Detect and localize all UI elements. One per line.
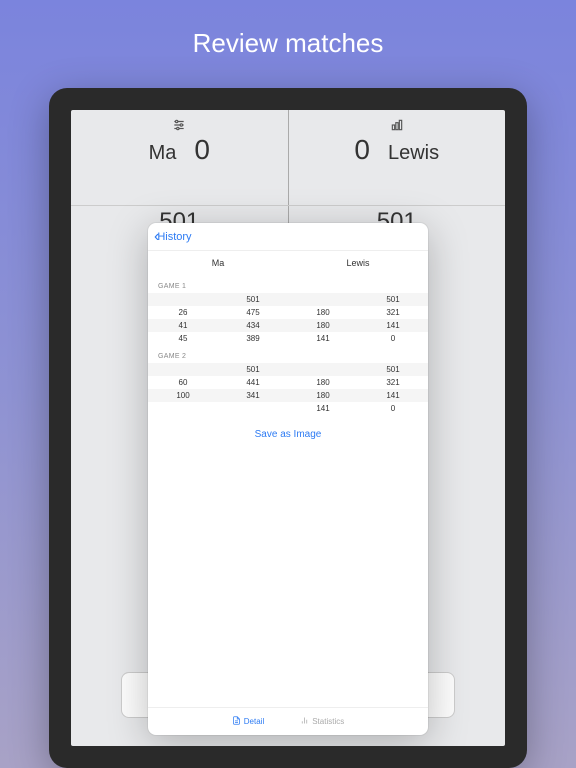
tab-detail-label: Detail [244, 717, 264, 726]
table-row: 1410 [148, 402, 428, 415]
table-cell [148, 363, 218, 376]
stats-icon[interactable] [390, 118, 404, 132]
table-row: 100341180141 [148, 389, 428, 402]
score-right-panel: 0 Lewis [289, 110, 506, 205]
table-cell: 60 [148, 376, 218, 389]
table-cell [148, 293, 218, 306]
table-cell: 501 [218, 293, 288, 306]
table-row: 41434180141 [148, 319, 428, 332]
table-cell: 45 [148, 332, 218, 345]
table-cell: 434 [218, 319, 288, 332]
table-cell: 141 [358, 389, 428, 402]
player-right-name: Lewis [388, 142, 439, 165]
tab-statistics[interactable]: Statistics [300, 716, 344, 727]
table-cell: 180 [288, 376, 358, 389]
history-modal: ‹ History Ma Lewis GAME 1501501264751803… [148, 223, 428, 735]
modal-nav: ‹ History [148, 223, 428, 251]
table-cell: 321 [358, 376, 428, 389]
table-cell: 141 [358, 319, 428, 332]
modal-header-left: Ma [148, 258, 288, 268]
back-button[interactable]: ‹ History [154, 228, 192, 246]
table-cell: 0 [358, 332, 428, 345]
table-row: 26475180321 [148, 306, 428, 319]
table-cell: 180 [288, 306, 358, 319]
document-icon [232, 716, 241, 727]
table-cell [288, 293, 358, 306]
promo-title: Review matches [0, 0, 576, 79]
player-left-score: 0 [194, 134, 210, 166]
table-cell [288, 363, 358, 376]
player-left-name: Ma [149, 142, 177, 165]
score-left-panel: Ma 0 [71, 110, 289, 205]
table-cell: 501 [358, 363, 428, 376]
table-cell: 0 [358, 402, 428, 415]
modal-footer: Detail Statistics [148, 707, 428, 735]
back-label: History [157, 231, 191, 243]
tablet-frame: Ma 0 0 Lewis 501 501 0 [49, 88, 527, 768]
table-row: 60441180321 [148, 376, 428, 389]
save-as-image-button[interactable]: Save as Image [148, 415, 428, 454]
chart-icon [300, 716, 309, 727]
tablet-screen: Ma 0 0 Lewis 501 501 0 [71, 110, 505, 746]
game-label: GAME 2 [148, 345, 428, 363]
table-row: 501 501 [148, 363, 428, 376]
player-right-score: 0 [354, 134, 370, 166]
table-cell: 141 [288, 402, 358, 415]
tab-stats-label: Statistics [312, 717, 344, 726]
score-header: Ma 0 0 Lewis [71, 110, 505, 205]
table-cell [148, 402, 218, 415]
table-cell: 475 [218, 306, 288, 319]
table-cell: 180 [288, 389, 358, 402]
table-cell: 141 [288, 332, 358, 345]
modal-header-row: Ma Lewis [148, 251, 428, 275]
table-row: 453891410 [148, 332, 428, 345]
table-cell: 180 [288, 319, 358, 332]
games-container: GAME 15015012647518032141434180141453891… [148, 275, 428, 415]
table-cell: 26 [148, 306, 218, 319]
modal-header-right: Lewis [288, 258, 428, 268]
table-cell: 100 [148, 389, 218, 402]
table-row: 501 501 [148, 293, 428, 306]
table-cell [218, 402, 288, 415]
table-cell: 501 [218, 363, 288, 376]
table-cell: 341 [218, 389, 288, 402]
table-cell: 321 [358, 306, 428, 319]
settings-icon[interactable] [172, 118, 186, 132]
table-cell: 389 [218, 332, 288, 345]
tab-detail[interactable]: Detail [232, 716, 264, 727]
table-cell: 41 [148, 319, 218, 332]
table-cell: 441 [218, 376, 288, 389]
game-label: GAME 1 [148, 275, 428, 293]
table-cell: 501 [358, 293, 428, 306]
